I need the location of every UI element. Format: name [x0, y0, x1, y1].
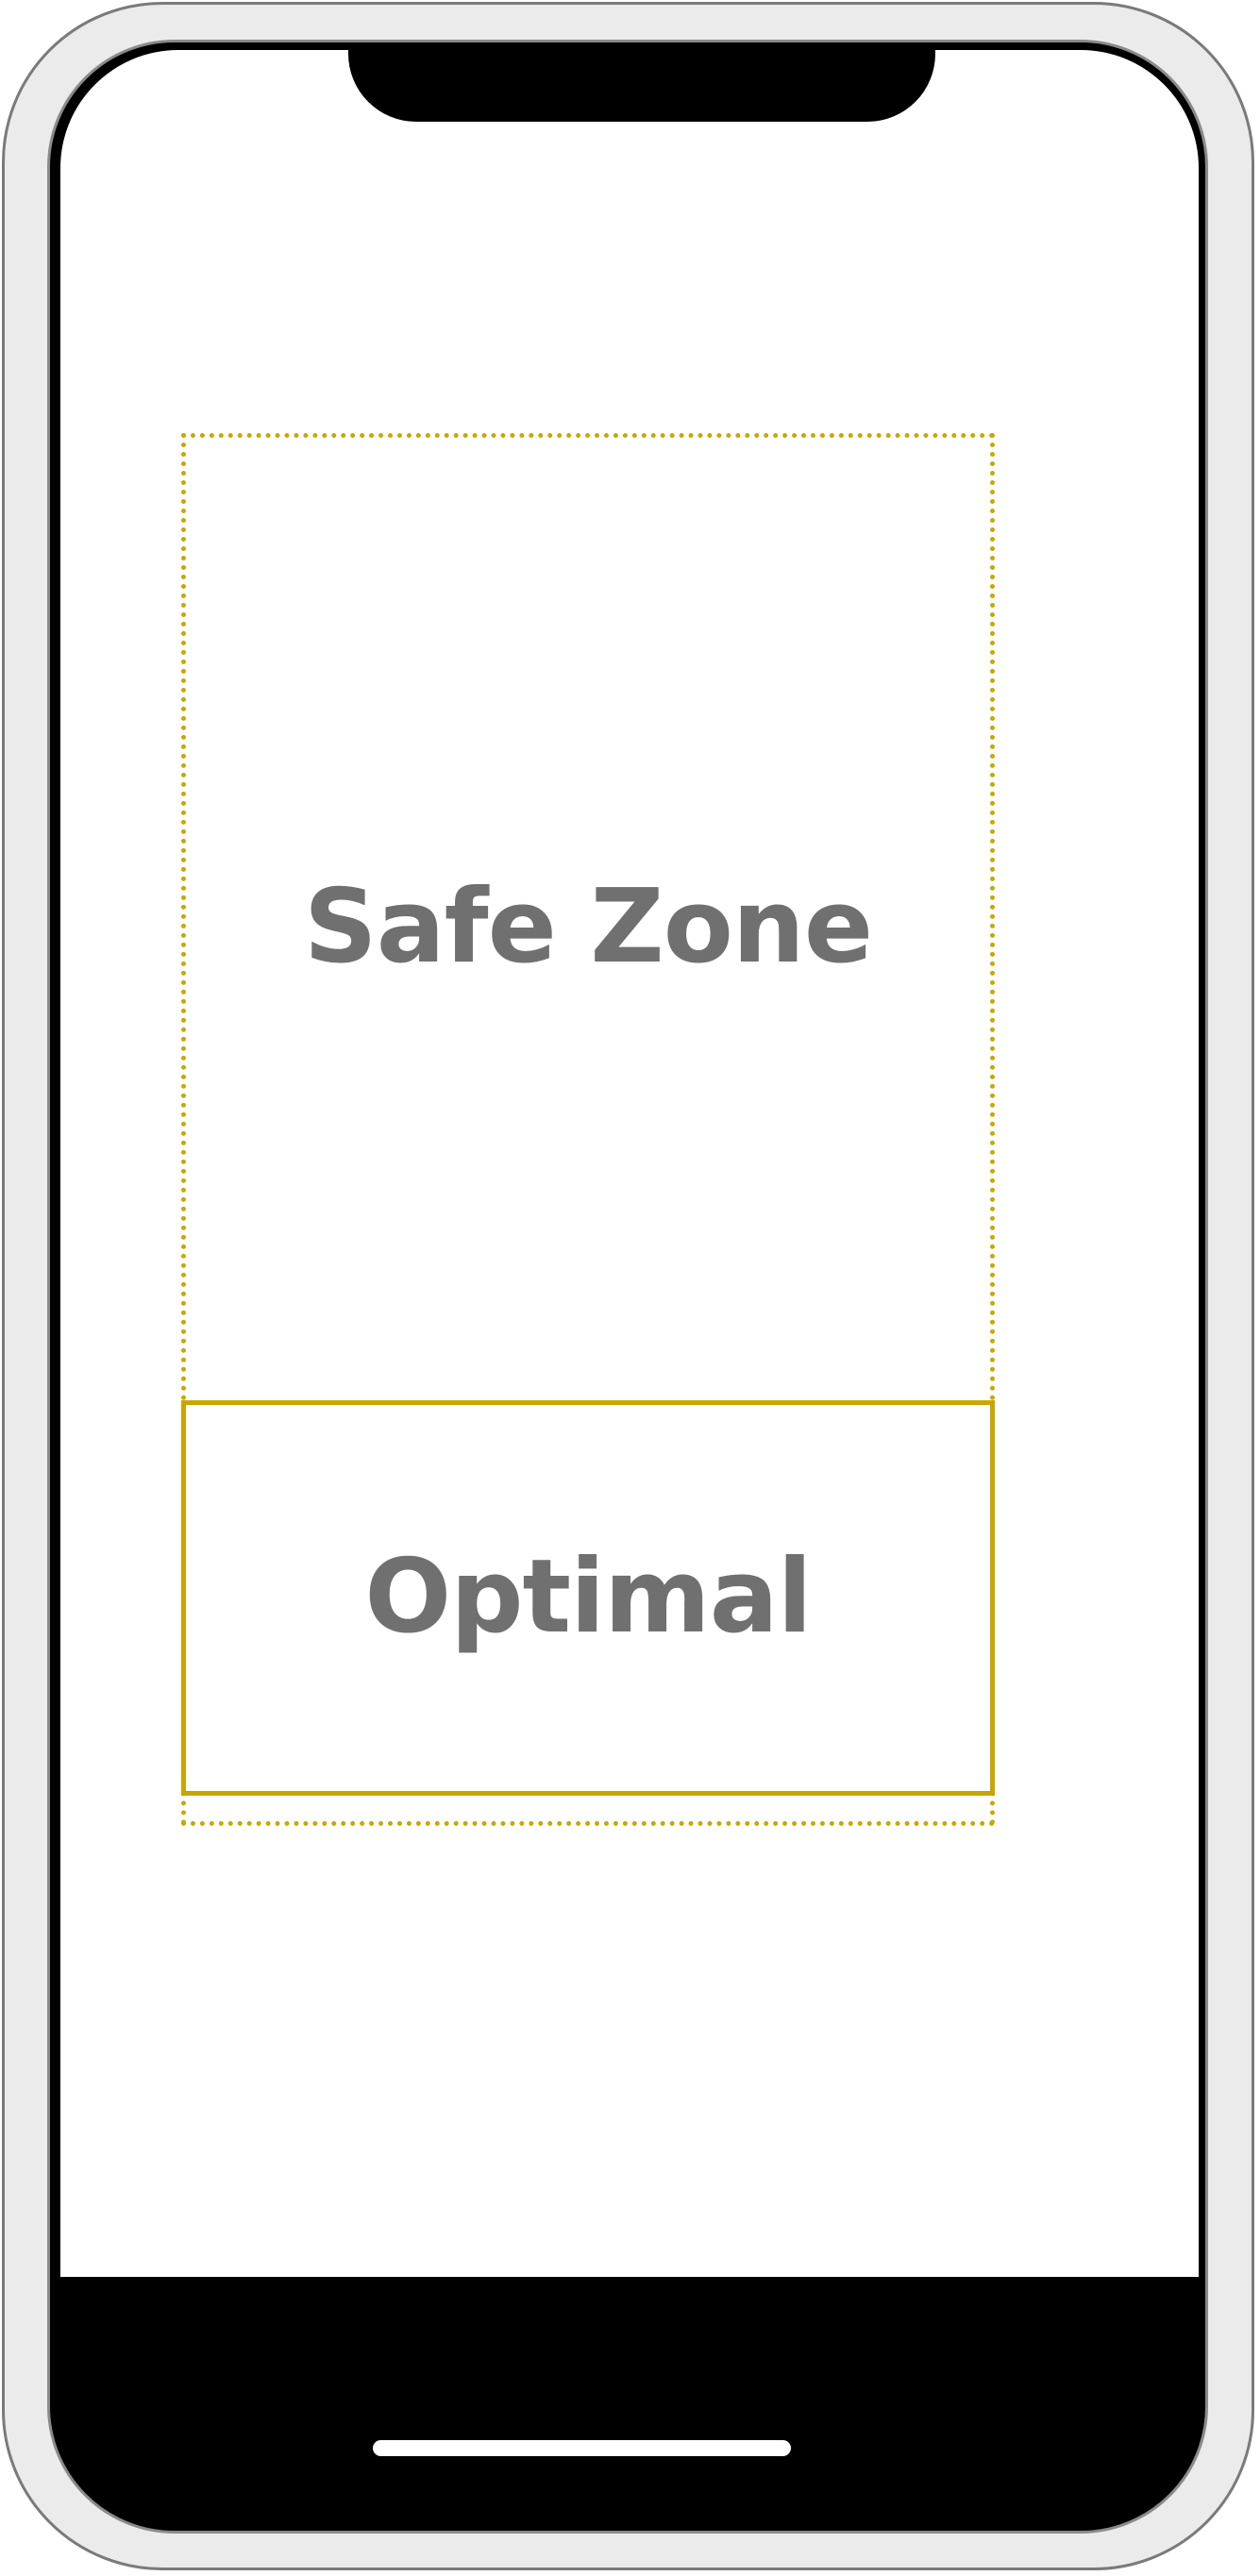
safe-zone-label: Safe Zone	[303, 868, 873, 986]
notch	[348, 50, 935, 122]
optimal-zone-box: Optimal	[181, 1400, 995, 1796]
optimal-zone-label: Optimal	[364, 1538, 812, 1656]
diagram-canvas: Safe Zone Optimal	[0, 0, 1260, 2576]
home-indicator	[373, 2440, 791, 2456]
